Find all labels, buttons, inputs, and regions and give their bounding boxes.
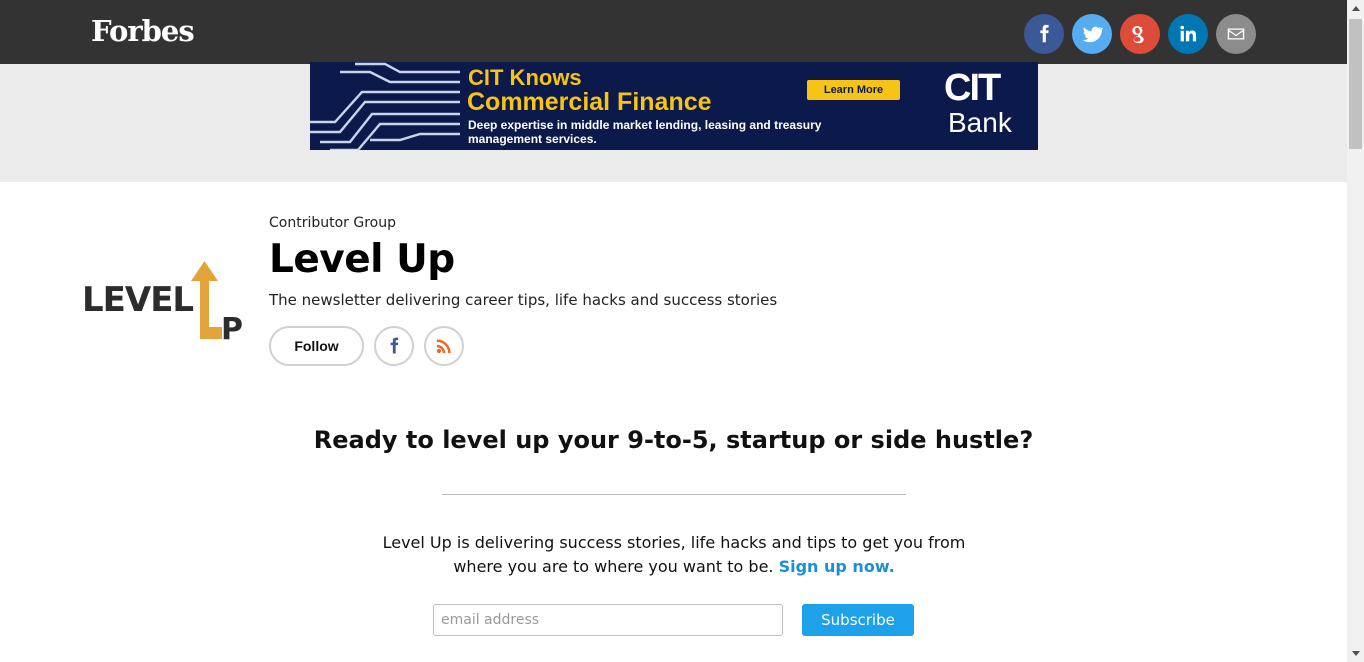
forbes-logo[interactable]: Forbes <box>91 14 195 48</box>
share-email-button[interactable] <box>1216 14 1256 54</box>
ad-brand-name: CIT <box>944 67 1001 109</box>
linkedin-icon <box>1180 25 1197 42</box>
group-tagline: The newsletter delivering career tips, l… <box>269 291 778 309</box>
level-up-logo: LEVEL P <box>82 261 243 347</box>
facebook-profile-button[interactable] <box>374 326 414 366</box>
section-divider <box>442 494 906 495</box>
vertical-scrollbar[interactable] <box>1347 0 1364 662</box>
top-navigation-bar: Forbes <box>0 0 1347 64</box>
browser-viewport: Forbes CIT Knows Commercial Finance Deep… <box>0 0 1364 662</box>
newsletter-heading: Ready to level up your 9-to-5, startup o… <box>313 426 1034 454</box>
level-up-logo-bottom: P <box>221 312 243 347</box>
ad-learn-more-button[interactable]: Learn More <box>807 80 900 100</box>
page-title: Level Up <box>269 237 455 282</box>
rss-feed-button[interactable] <box>424 326 464 366</box>
twitter-icon <box>1082 26 1103 43</box>
sign-up-link[interactable]: Sign up now. <box>779 557 895 576</box>
newsletter-description: Level Up is delivering success stories, … <box>374 531 974 579</box>
ad-headline-2: Commercial Finance <box>467 88 712 116</box>
google-plus-icon <box>1132 26 1144 44</box>
scroll-up-arrow[interactable] <box>1347 0 1364 17</box>
email-icon <box>1227 28 1245 40</box>
share-twitter-button[interactable] <box>1072 14 1112 54</box>
level-up-avatar: LEVEL P <box>80 215 248 383</box>
share-linkedin-button[interactable] <box>1168 14 1208 54</box>
email-address-input[interactable] <box>433 604 783 636</box>
caret-down-icon <box>1351 651 1360 656</box>
follow-button[interactable]: Follow <box>269 326 364 366</box>
share-google-plus-button[interactable] <box>1120 14 1160 54</box>
facebook-icon <box>390 337 399 354</box>
page: Forbes CIT Knows Commercial Finance Deep… <box>0 0 1347 662</box>
group-label: Contributor Group <box>269 215 396 231</box>
ad-body-text: Deep expertise in middle market lending,… <box>468 118 822 146</box>
circuit-lines-graphic <box>310 62 460 150</box>
level-up-logo-top: LEVEL <box>82 280 193 320</box>
caret-up-icon <box>1351 6 1360 11</box>
banner-ad[interactable]: CIT Knows Commercial Finance Deep expert… <box>310 62 1038 150</box>
ad-brand-subname: Bank <box>948 107 1012 138</box>
facebook-icon <box>1040 24 1049 43</box>
rss-icon <box>436 339 451 354</box>
share-facebook-button[interactable] <box>1024 14 1064 54</box>
subscribe-button[interactable]: Subscribe <box>802 604 914 636</box>
scrollbar-thumb[interactable] <box>1349 19 1362 149</box>
scroll-down-arrow[interactable] <box>1347 645 1364 662</box>
